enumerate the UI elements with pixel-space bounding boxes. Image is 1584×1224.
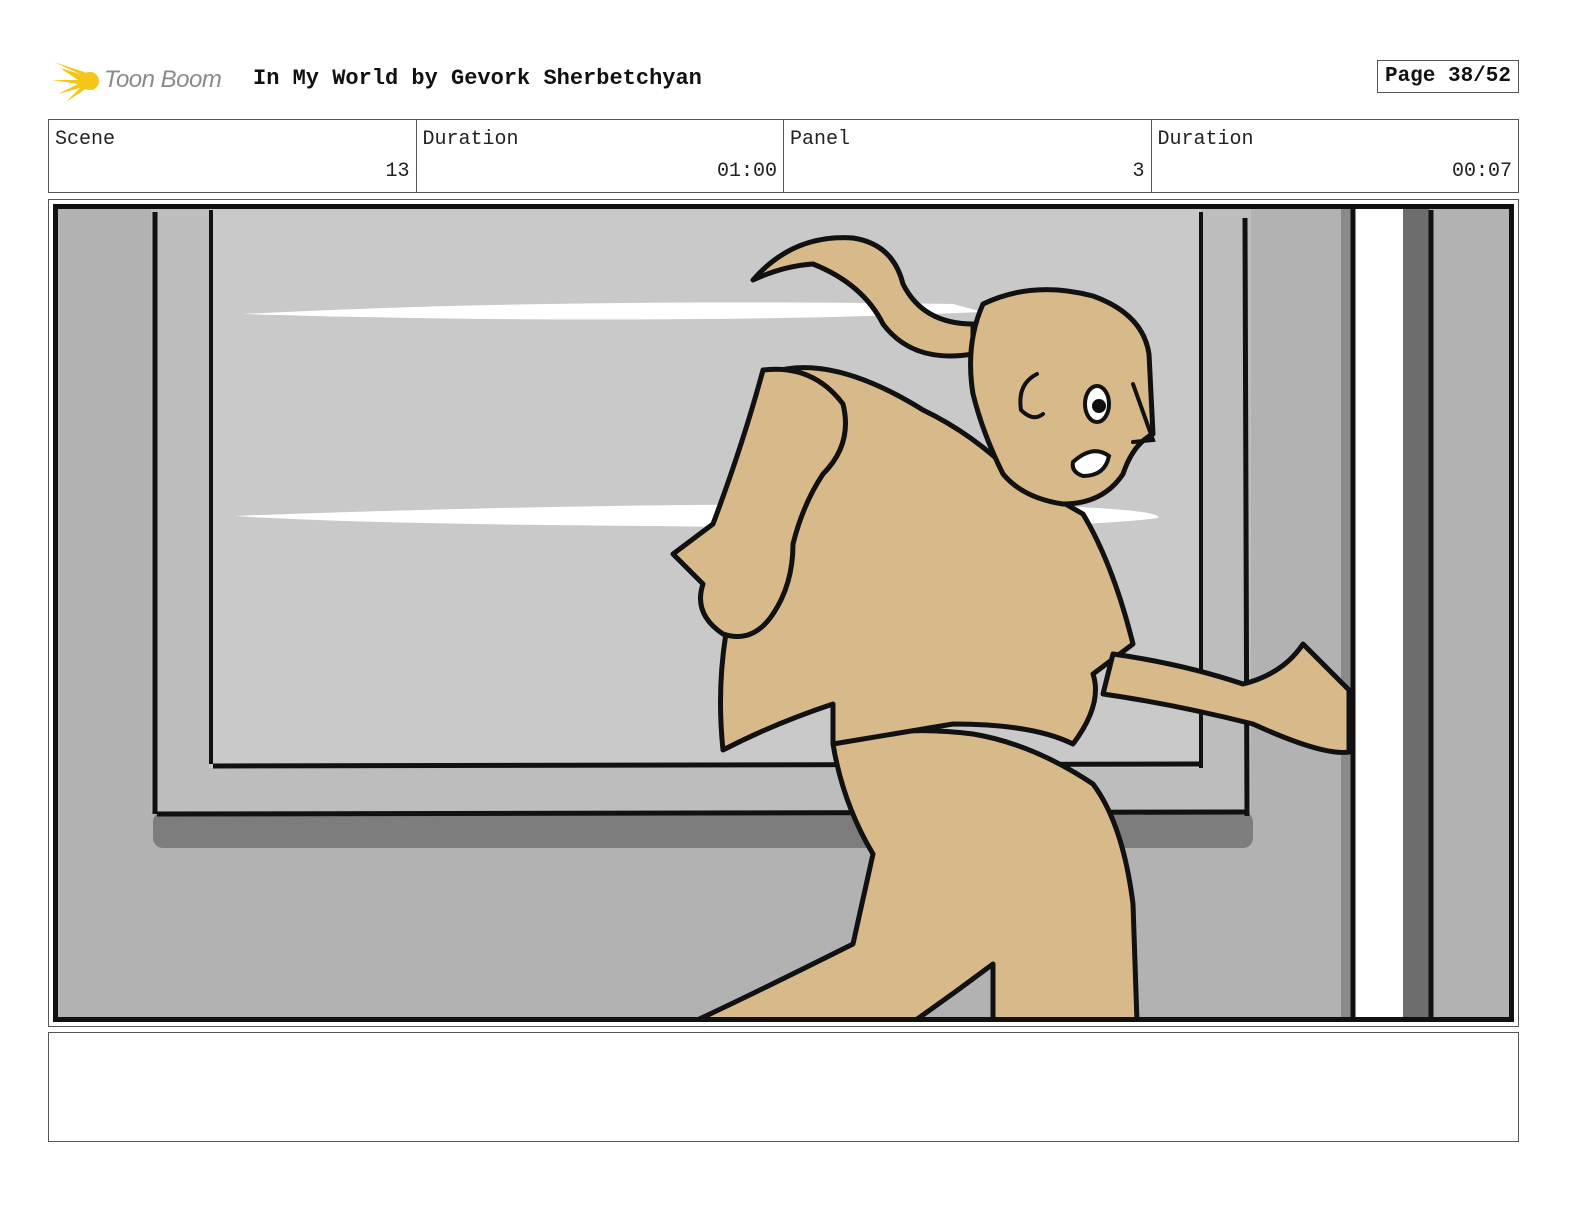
- panel-duration-cell: Duration 00:07: [1152, 120, 1519, 192]
- toon-boom-logo: Toon Boom: [50, 54, 240, 106]
- panel-value: 3: [1132, 160, 1145, 183]
- storyboard-header: Toon Boom In My World by Gevork Sherbetc…: [48, 50, 1519, 110]
- scene-info-table: Scene 13 Duration 01:00 Panel 3 Duration…: [48, 119, 1519, 193]
- scene-cell: Scene 13: [49, 120, 417, 192]
- door-dark-strip: [1403, 208, 1429, 1022]
- page-indicator: Page 38/52: [1376, 60, 1519, 93]
- project-title: In My World by Gevork Sherbetchyan: [253, 66, 702, 91]
- storyboard-panel-frame: [48, 199, 1519, 1027]
- panel-notes-area: [48, 1032, 1519, 1142]
- scene-label: Scene: [55, 128, 116, 151]
- scene-value: 13: [385, 160, 410, 183]
- panel-drawing: [53, 204, 1514, 1022]
- panel-label: Panel: [790, 128, 851, 151]
- door-light-strip: [1353, 208, 1409, 1022]
- panel-duration-value: 00:07: [1451, 160, 1512, 183]
- panel-duration-label: Duration: [1157, 128, 1254, 151]
- logo-text: Toon Boom: [104, 66, 222, 93]
- scene-duration-cell: Duration 01:00: [417, 120, 784, 192]
- starburst-icon: [52, 62, 99, 102]
- scene-duration-value: 01:00: [716, 160, 777, 183]
- panel-cell: Panel 3: [784, 120, 1152, 192]
- scene-duration-label: Duration: [422, 128, 519, 151]
